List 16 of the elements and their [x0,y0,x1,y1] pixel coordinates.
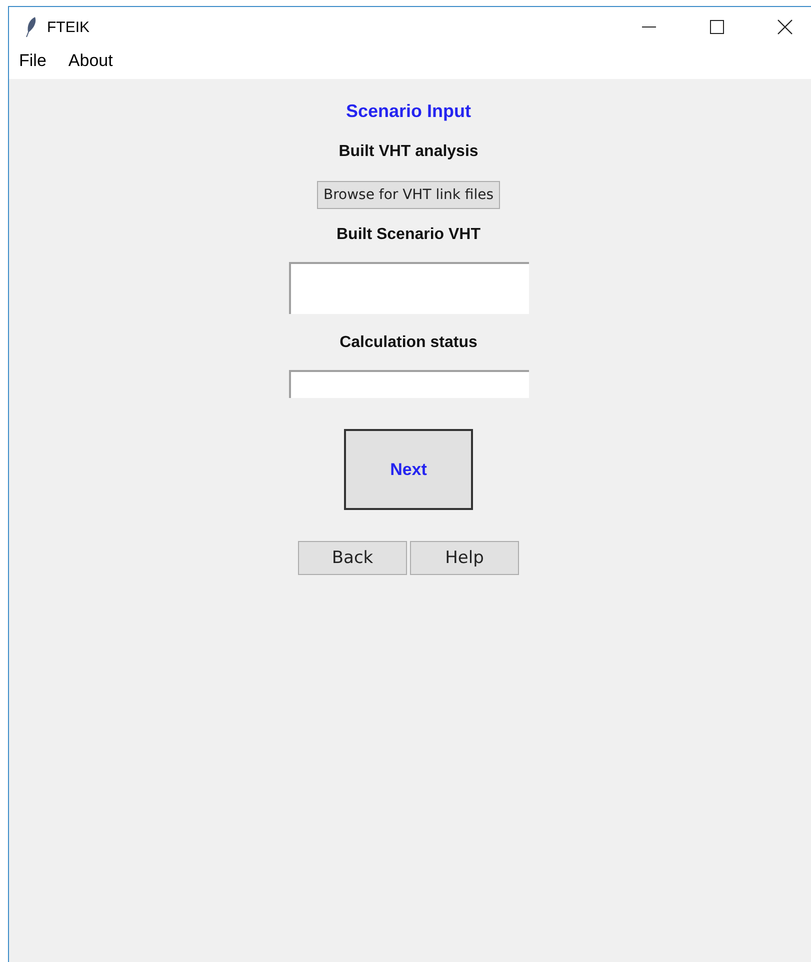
nav-button[interactable]: Help [410,541,519,575]
field-label: Built Scenario VHT [336,226,481,244]
window-title: FTEIK [47,18,90,36]
page-heading: Scenario Input [346,101,471,122]
nav-button[interactable]: Back [298,541,407,575]
feather-icon [25,17,37,37]
menu-item[interactable]: File [19,51,52,75]
field-label: Calculation status [340,334,478,352]
maximize-icon[interactable] [707,17,727,37]
browse-button[interactable]: Browse for VHT link files [317,181,500,209]
input-field[interactable] [288,262,528,314]
menu-item[interactable]: About [68,51,119,75]
close-icon[interactable] [775,17,795,37]
next-button[interactable]: Next [344,429,473,510]
section-label: Built VHT analysis [338,143,478,161]
input-field[interactable] [288,370,528,398]
